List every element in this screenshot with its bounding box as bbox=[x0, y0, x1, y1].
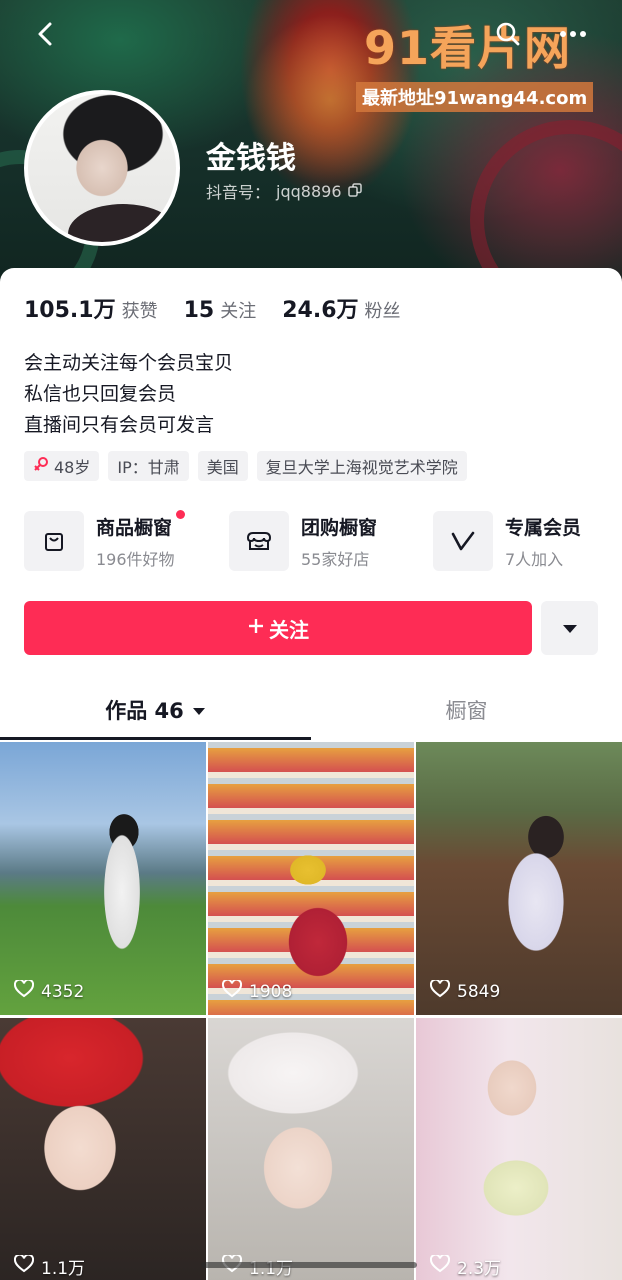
bio-line: 直播间只有会员可发言 bbox=[24, 414, 215, 436]
likes-count: 105.1万 bbox=[24, 298, 116, 323]
avatar-shoulder bbox=[68, 204, 176, 242]
search-icon[interactable] bbox=[492, 18, 524, 50]
caret-down-icon bbox=[192, 698, 206, 722]
shortcut-subtitle: 7人加入 bbox=[505, 549, 564, 569]
followers-count[interactable]: 24.6万 bbox=[282, 292, 358, 324]
profile-name: 金钱钱 bbox=[206, 141, 296, 176]
shopping-bag-icon bbox=[24, 511, 84, 571]
video-thumbnail[interactable]: 1908 bbox=[208, 742, 414, 1015]
likes-value: 5849 bbox=[457, 981, 501, 1002]
tab-works-label: 作品 46 bbox=[105, 699, 184, 723]
douyin-id-value: jqq8896 bbox=[276, 181, 342, 201]
follow-label: 关注 bbox=[269, 617, 309, 642]
age-tag: 48岁 bbox=[24, 451, 100, 481]
storefront-icon bbox=[229, 511, 289, 571]
more-dots-icon[interactable] bbox=[557, 18, 589, 50]
shortcut-subtitle: 196件好物 bbox=[96, 549, 175, 569]
heart-icon bbox=[429, 1253, 451, 1278]
douyin-id: 抖音号： jqq8896 bbox=[206, 179, 362, 203]
heart-icon bbox=[13, 978, 35, 1003]
ip-tag: IP：甘肃 bbox=[108, 451, 189, 481]
triangle-down-icon bbox=[562, 619, 578, 638]
avatar[interactable] bbox=[24, 90, 180, 246]
video-thumbnail[interactable]: 1.1万 bbox=[208, 1018, 414, 1280]
shortcuts-row: 商品橱窗 196件好物 团购橱窗 55家好店 专属会员 7人加入 bbox=[24, 509, 604, 572]
video-thumbnail[interactable]: 5849 bbox=[416, 742, 622, 1015]
likes-value: 2.3万 bbox=[457, 1259, 502, 1279]
bio-line: 私信也只回复会员 bbox=[24, 383, 177, 405]
follow-button[interactable]: 关注 bbox=[24, 601, 532, 655]
shortcut-group-buy[interactable]: 团购橱窗 55家好店 bbox=[229, 510, 377, 572]
stats-row: 105.1万 获赞 15 关注 24.6万 粉丝 bbox=[24, 292, 401, 324]
likes-value: 1908 bbox=[249, 981, 293, 1002]
tab-works[interactable]: 作品 46 bbox=[0, 680, 311, 740]
following-count[interactable]: 15 bbox=[184, 298, 215, 323]
profile-tags: 48岁 IP：甘肃 美国 复旦大学上海视觉艺术学院 bbox=[24, 451, 467, 481]
heart-icon bbox=[221, 978, 243, 1003]
watermark-title: 91看片网 bbox=[364, 21, 572, 75]
age-text: 48岁 bbox=[54, 458, 91, 477]
notification-dot bbox=[175, 509, 185, 519]
heart-icon bbox=[13, 1253, 35, 1278]
female-icon bbox=[33, 456, 49, 476]
country-tag: 美国 bbox=[197, 451, 248, 481]
likes-count: 4352 bbox=[13, 978, 85, 1003]
watermark-url: 最新地址91wang44.com bbox=[356, 82, 594, 112]
video-thumbnail[interactable]: 4352 bbox=[0, 742, 206, 1015]
video-thumbnail[interactable]: 1.1万 bbox=[0, 1018, 206, 1280]
likes-value: 4352 bbox=[41, 981, 85, 1002]
bio: 会主动关注每个会员宝贝 私信也只回复会员 直播间只有会员可发言 bbox=[24, 348, 233, 441]
likes-value: 1.1万 bbox=[41, 1259, 86, 1279]
likes-label: 获赞 bbox=[121, 301, 158, 322]
copy-icon[interactable] bbox=[347, 182, 362, 201]
plus-icon bbox=[247, 616, 265, 640]
heart-icon bbox=[429, 978, 451, 1003]
likes-count: 5849 bbox=[429, 978, 501, 1003]
likes-count: 2.3万 bbox=[429, 1253, 502, 1279]
school-tag[interactable]: 复旦大学上海视觉艺术学院 bbox=[256, 451, 467, 481]
content-tabs: 作品 46 橱窗 bbox=[0, 680, 622, 740]
back-arrow-icon[interactable] bbox=[30, 18, 62, 50]
shortcut-title: 团购橱窗 bbox=[301, 516, 378, 539]
shortcut-product-showcase[interactable]: 商品橱窗 196件好物 bbox=[24, 509, 185, 572]
v-badge-icon bbox=[433, 511, 493, 571]
more-options-button[interactable] bbox=[541, 601, 598, 655]
likes-count: 1908 bbox=[221, 978, 293, 1003]
shortcut-title: 商品橱窗 bbox=[96, 509, 185, 540]
following-label[interactable]: 关注 bbox=[220, 297, 256, 323]
home-indicator[interactable] bbox=[201, 1262, 417, 1268]
likes-count: 1.1万 bbox=[13, 1253, 86, 1279]
video-thumbnail[interactable]: 2.3万 bbox=[416, 1018, 622, 1280]
shortcut-subtitle: 55家好店 bbox=[301, 549, 370, 569]
followers-label[interactable]: 粉丝 bbox=[365, 297, 401, 323]
video-grid: 4352 1908 5849 1.1万 1.1万 2.3万 bbox=[0, 742, 622, 1280]
shortcut-title: 专属会员 bbox=[505, 516, 582, 539]
douyin-id-label: 抖音号： bbox=[206, 183, 271, 202]
tab-indicator bbox=[0, 737, 311, 740]
tab-showcase[interactable]: 橱窗 bbox=[311, 680, 622, 740]
shortcut-membership[interactable]: 专属会员 7人加入 bbox=[433, 510, 581, 572]
bio-line: 会主动关注每个会员宝贝 bbox=[24, 352, 234, 374]
